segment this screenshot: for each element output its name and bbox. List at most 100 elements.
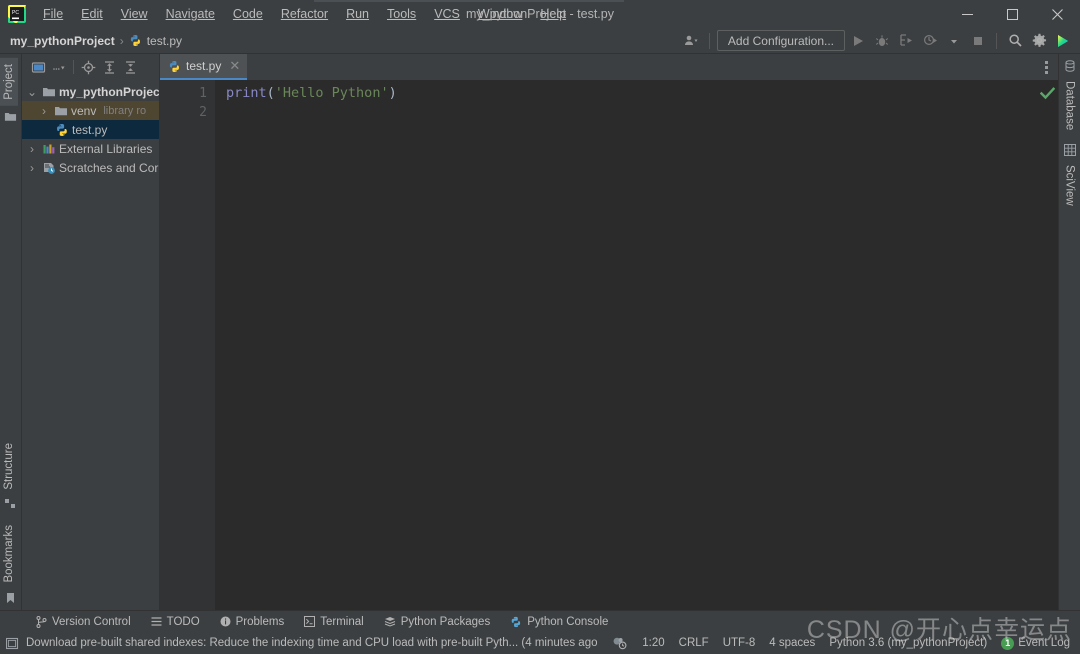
sidebar-item-structure[interactable]: Structure [0,437,18,496]
user-account-icon[interactable] [680,30,702,52]
settings-gear-icon[interactable] [1028,30,1050,52]
minimize-button[interactable] [945,0,990,28]
caret-position[interactable]: 1:20 [642,637,664,649]
tree-node-external-libraries[interactable]: › External Libraries [22,139,159,158]
code-editor[interactable]: print('Hello Python') [216,80,1046,610]
pycharm-logo-icon: PC [6,3,28,25]
event-log-button[interactable]: 1 Event Log [1001,636,1070,650]
status-right-group: 1:20 CRLF UTF-8 4 spaces Python 3.6 (my_… [612,636,1080,650]
file-encoding[interactable]: UTF-8 [723,637,756,649]
sidebar-item-project[interactable]: Project [0,58,18,106]
check-ok-icon[interactable] [1036,83,1058,103]
inspection-icon[interactable] [612,636,628,650]
run-coverage-icon[interactable] [895,30,917,52]
tool-window-version-control[interactable]: Version Control [26,614,141,630]
sidebar-item-sciview[interactable]: SciView [1059,159,1080,212]
menu-edit-label: Edit [81,7,103,21]
chevron-right-icon[interactable]: › [26,142,38,156]
panel-toolbar-separator [73,60,74,74]
chevron-down-icon[interactable] [49,57,69,77]
sciview-tab-label: SciView [1063,165,1076,206]
menu-navigate[interactable]: Navigate [157,3,224,25]
tool-window-bar: Version Control TODO Problems Terminal P… [0,610,1080,632]
menu-refactor[interactable]: Refactor [272,3,337,25]
menu-tools[interactable]: Tools [378,3,425,25]
structure-icon [0,495,21,519]
tree-node-venv[interactable]: › venv library ro [22,101,159,120]
sidebar-item-bookmarks[interactable]: Bookmarks [0,519,18,589]
tab-close-icon[interactable]: ✕ [229,58,240,74]
menu-bar[interactable]: File Edit View Navigate Code Refactor Ru… [34,3,575,25]
sidebar-item-database[interactable]: Database [1059,75,1080,136]
pycharm-badge-icon[interactable] [1052,30,1074,52]
chevron-down-icon[interactable]: ⌄ [26,85,38,99]
locate-target-icon[interactable] [78,57,98,77]
menu-window-label: Window [477,7,523,21]
collapse-all-icon[interactable] [120,57,140,77]
chevron-down-icon[interactable] [943,30,965,52]
menu-help[interactable]: Help [531,3,575,25]
breadcrumb-separator: › [119,33,124,48]
tree-label-project-root: my_pythonProject [59,84,160,99]
line-separator[interactable]: CRLF [679,637,709,649]
code-token-string: 'Hello Python' [274,85,389,101]
breadcrumb-file[interactable]: test.py [147,34,182,48]
right-tool-rail: Database SciView [1058,54,1080,610]
menu-vcs[interactable]: VCS [425,3,469,25]
menu-run[interactable]: Run [337,3,378,25]
python-interpreter[interactable]: Python 3.6 (my_pythonProject) [829,637,987,649]
toolbar-separator-1 [708,32,710,49]
editor-tab-bar: test.py ✕ [160,54,1058,80]
dot-2 [1045,65,1048,69]
menu-edit[interactable]: Edit [72,3,112,25]
more-options-icon[interactable] [1041,57,1052,78]
code-token-open-paren: ( [266,85,275,101]
code-line-1: print('Hello Python') [226,84,1046,103]
menu-vcs-label: VCS [434,7,460,21]
line-number-2: 2 [199,105,207,120]
bookmark-icon [0,589,21,604]
menu-run-label: Run [346,7,369,21]
tree-node-test-py[interactable]: test.py [22,120,159,139]
tree-node-project-root[interactable]: ⌄ my_pythonProject [22,82,159,101]
menu-help-label: Help [540,7,567,21]
search-icon[interactable] [1004,30,1026,52]
menu-window[interactable]: Window [469,3,531,25]
folder-icon [41,85,56,99]
tool-window-python-console[interactable]: Python Console [500,614,618,630]
breadcrumb-project[interactable]: my_pythonProject [10,34,115,48]
add-configuration-button[interactable]: Add Configuration... [716,30,845,51]
tree-node-scratches[interactable]: › Scratches and Cor [22,158,159,177]
status-message-group[interactable]: Download pre-built shared indexes: Reduc… [0,637,597,650]
navigation-bar: my_pythonProject › test.py Add Configura… [0,28,1080,54]
status-message[interactable]: Download pre-built shared indexes: Reduc… [26,637,597,649]
run-icon[interactable] [847,30,869,52]
menu-code[interactable]: Code [224,3,272,25]
svg-text:PC: PC [12,10,19,16]
dot-1 [1045,60,1048,64]
view-mode-icon[interactable] [28,57,48,77]
menu-file[interactable]: File [34,3,72,25]
debug-icon[interactable] [871,30,893,52]
toolbar-separator-2 [996,32,997,49]
menu-view[interactable]: View [112,3,157,25]
stop-icon[interactable] [967,30,989,52]
tool-window-terminal[interactable]: Terminal [294,614,373,630]
tool-window-label-todo: TODO [166,615,200,628]
expand-all-icon[interactable] [99,57,119,77]
database-icon [1059,60,1080,75]
chevron-right-icon[interactable]: › [38,104,50,118]
tab-test-py[interactable]: test.py ✕ [160,54,248,80]
profile-icon[interactable] [919,30,941,52]
tool-window-label-problems: Problems [235,615,285,628]
tool-window-todo[interactable]: TODO [141,614,210,630]
menu-code-label: Code [232,7,263,21]
close-button[interactable] [1035,0,1080,28]
breadcrumb[interactable]: my_pythonProject › test.py [0,34,182,48]
chevron-right-icon[interactable]: › [26,161,38,175]
menu-view-label: View [120,7,148,21]
maximize-button[interactable] [990,0,1035,28]
tool-window-python-packages[interactable]: Python Packages [374,614,501,630]
tool-window-problems[interactable]: Problems [210,614,295,630]
indent-setting[interactable]: 4 spaces [769,637,815,649]
